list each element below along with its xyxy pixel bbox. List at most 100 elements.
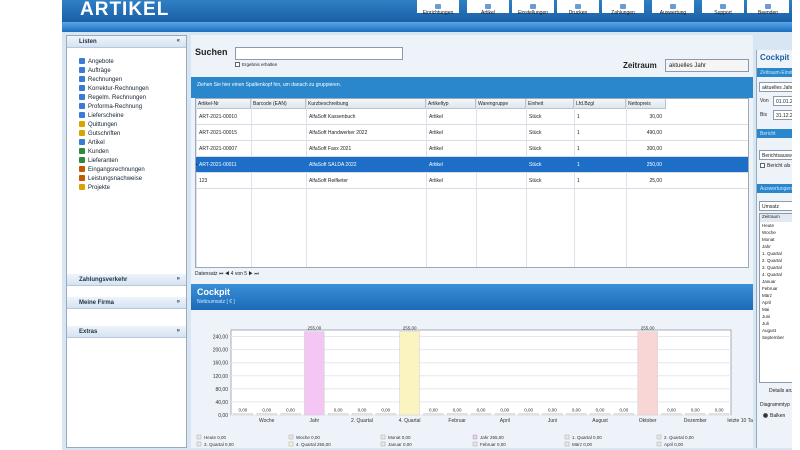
- legend-label: März 0,00: [572, 442, 593, 447]
- sidebar-item-lieferscheine[interactable]: Lieferscheine: [79, 112, 124, 121]
- sidebar-item-korrektur-rechnungen[interactable]: Korrektur-Rechnungen: [79, 85, 149, 94]
- x-tick-label: 4. Quartal: [399, 418, 421, 424]
- prev-record-icon[interactable]: ◀: [225, 271, 229, 277]
- kpi-table-row[interactable]: April0,00: [760, 300, 792, 307]
- table-row[interactable]: 123 AlfaSoft Reifketer Artikel Stück 1 25,00: [196, 173, 748, 189]
- kpi-table-row[interactable]: Woche0,00: [760, 230, 792, 237]
- bar: [304, 331, 325, 416]
- pdf-checkbox[interactable]: Bericht als PDF speichern: [760, 163, 792, 169]
- kpi-table-row[interactable]: 2. Quartal0,00: [760, 258, 792, 265]
- plot-area: [230, 329, 732, 416]
- sidebar-section-extras[interactable]: Extras »: [67, 326, 186, 338]
- period-select[interactable]: aktuelles Jahr: [665, 59, 749, 72]
- kpi-table-row[interactable]: September0,00: [760, 335, 792, 342]
- kpi-table-row[interactable]: Juli0,00: [760, 321, 792, 328]
- toolbar-button-support[interactable]: Support: [702, 0, 744, 16]
- von-date-input[interactable]: 01.01.2021: [773, 96, 792, 106]
- column-header[interactable]: Kurzbeschreibung: [306, 99, 426, 109]
- sidebar-section-lists[interactable]: Listen «: [67, 36, 186, 48]
- kpi-table-row[interactable]: 1. Quartal0,00: [760, 251, 792, 258]
- last-record-icon[interactable]: ⏭: [254, 271, 259, 277]
- toolbar-button-artikel[interactable]: Artikel: [467, 0, 509, 16]
- cockpit-subtitle: Nettoumsatz [ € ]: [197, 299, 235, 305]
- table-row[interactable]: ART-2021-00007 AlfaSoft Faxx 2021 Artikel S…: [196, 141, 748, 157]
- sidebar-item-auftr-ge[interactable]: Aufträge: [79, 67, 111, 76]
- kpi-table-row[interactable]: Mai0,00: [760, 307, 792, 314]
- table-row[interactable]: ART-2021-00011 AlfaSoft SALDA 2022 Artikel…: [196, 157, 748, 173]
- kpi-table-row[interactable]: Februar0,00: [760, 286, 792, 293]
- expand-icon[interactable]: »: [177, 276, 180, 282]
- sidebar-item-quittungen[interactable]: Quittungen: [79, 121, 117, 130]
- toolbar-button-einrichtungen[interactable]: Einrichtungen: [417, 0, 459, 16]
- sidebar-item-eingangsrechnungen[interactable]: Eingangsrechnungen: [79, 166, 145, 175]
- kpi-table-row[interactable]: Januar0,00: [760, 279, 792, 286]
- sidebar-item-angebote[interactable]: Angebote: [79, 58, 114, 67]
- toolbar-button-beenden[interactable]: Beenden: [747, 0, 789, 16]
- column-header[interactable]: Barcode (EAN): [251, 99, 306, 109]
- kpi-cell: Januar: [762, 279, 776, 284]
- sidebar-item-leistungsnachweise[interactable]: Leistungsnachweise: [79, 175, 142, 184]
- sidebar-item-gutschriften[interactable]: Gutschriften: [79, 130, 120, 139]
- kpi-table-row[interactable]: 4. Quartal255,00: [760, 272, 792, 279]
- column-header[interactable]: Nettopreis: [626, 99, 666, 109]
- search-input[interactable]: [235, 47, 403, 60]
- details-link[interactable]: Details anzeigen: [769, 388, 792, 394]
- column-header[interactable]: Artikel-Nr: [196, 99, 251, 109]
- column-header[interactable]: Lfd.Bzgl: [574, 99, 626, 109]
- column-header[interactable]: Einheit: [526, 99, 574, 109]
- checkbox-box[interactable]: [760, 163, 765, 168]
- first-record-icon[interactable]: ⏮: [219, 271, 224, 277]
- sidebar-item-kunden[interactable]: Kunden: [79, 148, 109, 157]
- kpi-table-row[interactable]: März0,00: [760, 293, 792, 300]
- sidebar-item-lieferanten[interactable]: Lieferanten: [79, 157, 118, 166]
- sidebar-item-proforma-rechnung[interactable]: Proforma-Rechnung: [79, 103, 142, 112]
- kpi-table-row[interactable]: August0,00: [760, 328, 792, 335]
- toolbar-button-zahlungen[interactable]: Zahlungen: [602, 0, 644, 16]
- list-icon: [79, 166, 85, 172]
- sidebar-section-meine-firma[interactable]: Meine Firma »: [67, 297, 186, 309]
- sidebar-item-artikel[interactable]: Artikel: [79, 139, 105, 148]
- data-label: 0,00: [286, 408, 295, 413]
- report-select[interactable]: Berichtsauswahl...: [759, 150, 792, 160]
- data-label: 0,00: [262, 408, 271, 413]
- table-row[interactable]: ART-2021-00015 AlfaSoft Handwerker 2022 Ar…: [196, 125, 748, 141]
- table-cell: Stück: [529, 162, 542, 168]
- column-header[interactable]: Warengruppe: [476, 99, 526, 109]
- list-icon: [79, 121, 85, 127]
- toolbar-button-drucken[interactable]: Drucken: [557, 0, 599, 16]
- kpi-table-row[interactable]: Heute0,00: [760, 223, 792, 230]
- sidebar-item-label: Eingangsrechnungen: [88, 167, 145, 173]
- sidebar-section-zahlungsverkehr[interactable]: Zahlungsverkehr »: [67, 274, 186, 286]
- kpi-table-row[interactable]: 3. Quartal0,00: [760, 265, 792, 272]
- toolbar-button-label: Support: [714, 10, 732, 16]
- sidebar-item-rechnungen[interactable]: Rechnungen: [79, 76, 122, 85]
- expand-icon[interactable]: »: [177, 328, 180, 334]
- next-record-icon[interactable]: ▶: [248, 271, 252, 277]
- radio-icon[interactable]: [763, 413, 768, 418]
- data-label: 0,00: [548, 408, 557, 413]
- checkbox-box[interactable]: [235, 62, 240, 67]
- radio-bar[interactable]: Balken: [763, 413, 785, 419]
- toolbar-button-einstellungen[interactable]: Einstellungen: [512, 0, 554, 16]
- bis-date-input[interactable]: 31.12.2021: [773, 110, 792, 120]
- expand-icon[interactable]: »: [177, 299, 180, 305]
- sidebar-item-regelm-rechnungen[interactable]: Regelm. Rechnungen: [79, 94, 146, 103]
- table-row[interactable]: ART-2021-00010 AlfaSoft Kassenbuch Artikel…: [196, 109, 748, 125]
- legend-label: 3. Quartal 0,00: [204, 442, 234, 447]
- sidebar-section-label: Extras: [79, 329, 98, 335]
- gear-icon: [530, 4, 536, 9]
- table-cell: AlfaSoft Faxx 2021: [309, 146, 352, 152]
- column-header[interactable]: Artikeltyp: [426, 99, 476, 109]
- kpi-select[interactable]: Umsatz: [759, 201, 792, 211]
- x-tick-label: letzte 10 Tage: [727, 418, 753, 424]
- kpi-table-row[interactable]: Juni0,00: [760, 314, 792, 321]
- kpi-table-row[interactable]: Monat0,00: [760, 237, 792, 244]
- pager-page[interactable]: 4: [231, 271, 234, 277]
- sidebar-item-projekte[interactable]: Projekte: [79, 184, 110, 193]
- kpi-table-row[interactable]: Jahr255,00: [760, 244, 792, 251]
- keep-result-checkbox[interactable]: Ergebnis erhalten: [235, 62, 277, 67]
- collapse-icon[interactable]: «: [177, 38, 180, 44]
- toolbar-button-auswertung[interactable]: Auswertung: [652, 0, 694, 16]
- kpi-cell: Monat: [762, 237, 775, 242]
- period-select[interactable]: aktuelles Jahr: [759, 82, 792, 92]
